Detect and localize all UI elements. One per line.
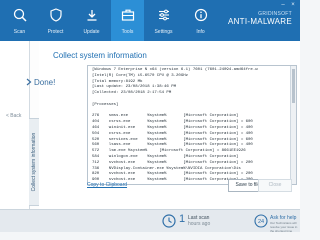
last-scan-subtext: hours ago	[188, 221, 211, 227]
nav-tools[interactable]: Tools	[111, 0, 144, 41]
nav-protect-label: Protect	[47, 29, 64, 35]
tools-icon	[121, 9, 134, 21]
minimize-button[interactable]: –	[279, 2, 287, 9]
page-title: Collect system information	[53, 51, 147, 60]
nav-settings-label: Settings	[154, 29, 173, 35]
nav-scan[interactable]: Scan	[3, 0, 36, 41]
left-sidebar: < Back	[0, 41, 30, 209]
close-window-button[interactable]: ×	[289, 2, 297, 9]
status-text: Done!	[34, 78, 56, 87]
last-scan-number: 1	[179, 213, 186, 225]
report-text: [Windows 7 Enterprise N x64 (version 6.1…	[92, 68, 258, 183]
nav-update[interactable]: Update	[75, 0, 108, 41]
nav-tools-label: Tools	[121, 29, 134, 35]
scan-icon	[13, 8, 27, 22]
support-24-icon[interactable]: 24	[254, 214, 268, 228]
report-scrollbar[interactable]	[290, 66, 296, 184]
close-button[interactable]: Close	[258, 179, 292, 192]
settings-icon	[158, 9, 169, 21]
nav-protect[interactable]: Protect	[39, 0, 72, 41]
brand-product: ANTI-MALWARE	[227, 17, 292, 26]
vertical-tab-label: Collect system information	[31, 132, 37, 192]
main-panel: Collect system information Done! [Window…	[26, 41, 300, 209]
top-navigation-bar: Scan Protect Update Tools Settings Info …	[0, 0, 300, 41]
protect-icon	[49, 8, 62, 22]
nav-info-label: Info	[196, 29, 205, 35]
nav-scan-label: Scan	[13, 29, 26, 35]
back-button[interactable]: < Back	[6, 113, 21, 119]
update-icon	[87, 10, 96, 21]
help-badge-text: 24	[258, 219, 264, 225]
system-report-textarea[interactable]: [Windows 7 Enterprise N x64 (version 6.1…	[87, 65, 297, 185]
app-window: Scan Protect Update Tools Settings Info …	[0, 0, 300, 232]
chevron-right-icon	[26, 78, 32, 86]
scrollbar-thumb[interactable]	[292, 69, 295, 103]
nav-settings[interactable]: Settings	[147, 0, 180, 41]
copy-to-clipboard-link[interactable]: Copy to Clipboard	[87, 182, 127, 188]
help-subtext: Our Technicians will resolve your issue …	[270, 221, 298, 232]
info-icon	[194, 8, 207, 22]
footer-bar: 1 Last scan hours ago 24 Ask for help Ou…	[0, 209, 300, 232]
nav-update-label: Update	[83, 29, 100, 35]
clock-icon	[162, 214, 176, 228]
nav-info[interactable]: Info	[184, 0, 217, 41]
